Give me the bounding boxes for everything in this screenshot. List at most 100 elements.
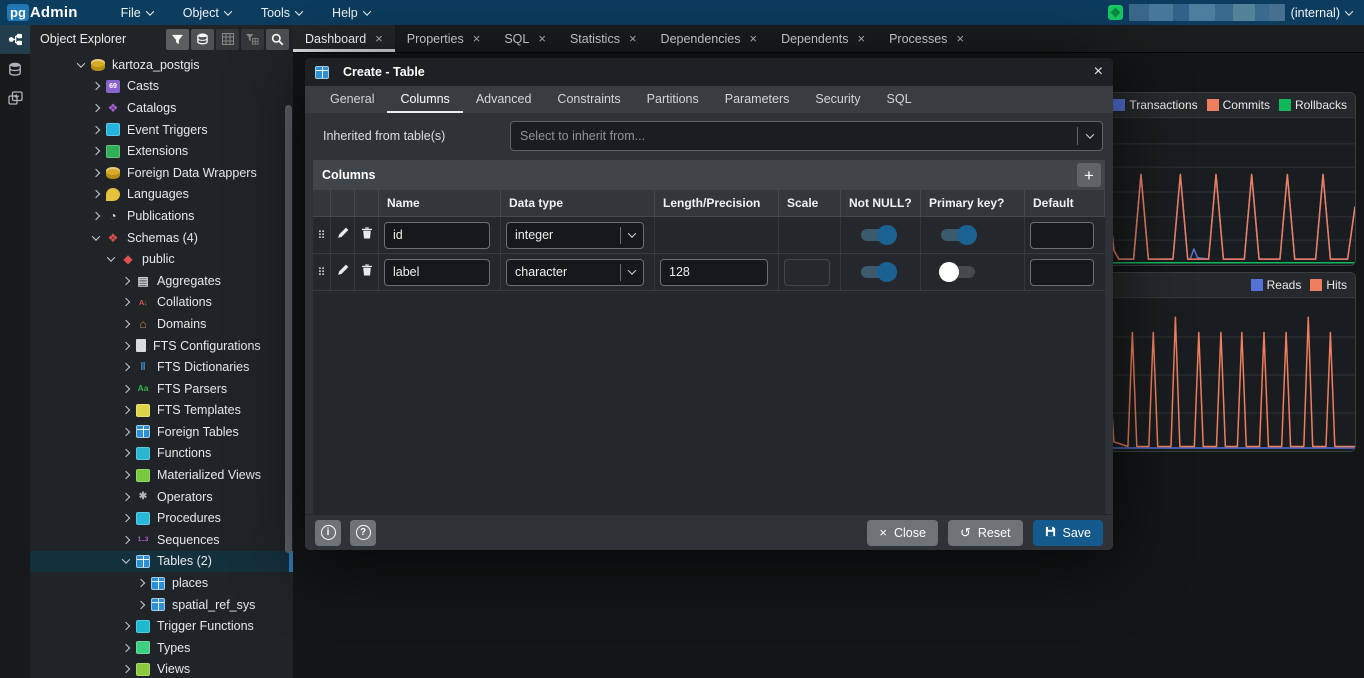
tree-item-publications[interactable]: ◔Publications [30,205,293,227]
chevron-right-icon[interactable] [122,449,130,457]
tree-item-views[interactable]: Views [30,659,293,678]
tree-item-places[interactable]: places [30,572,293,594]
tree-item-materialized-views[interactable]: Materialized Views [30,464,293,486]
search-icon[interactable] [266,29,289,50]
chevron-right-icon[interactable] [92,212,100,220]
menu-help[interactable]: Help [317,0,385,25]
dialog-tab-sql[interactable]: SQL [874,86,925,113]
chevron-right-icon[interactable] [122,665,130,673]
chevron-right-icon[interactable] [137,579,145,587]
activity-databases[interactable] [0,54,30,83]
filter-database-icon[interactable] [191,29,214,50]
scale-input[interactable] [784,259,830,286]
delete-trash-icon[interactable] [361,263,373,281]
close-tab-icon[interactable]: × [956,31,964,46]
tree-item-casts[interactable]: 69Casts [30,76,293,98]
chevron-right-icon[interactable] [92,190,100,198]
tree-item-spatial-ref-sys[interactable]: spatial_ref_sys [30,594,293,616]
chevron-right-icon[interactable] [122,644,130,652]
delete-trash-icon[interactable] [361,226,373,244]
tree-item-fts-parsers[interactable]: AaFTS Parsers [30,378,293,400]
chevron-down-icon[interactable] [107,253,115,261]
dialog-tab-partitions[interactable]: Partitions [634,86,712,113]
chevron-right-icon[interactable] [137,600,145,608]
activity-object-explorer[interactable] [0,25,30,54]
dialog-tab-constraints[interactable]: Constraints [544,86,633,113]
tab-dependents[interactable]: Dependents× [769,25,877,52]
close-tab-icon[interactable]: × [857,31,865,46]
close-tab-icon[interactable]: × [538,31,546,46]
primarykey-toggle[interactable] [939,262,977,282]
close-button[interactable]: × Close [867,520,938,546]
tree-item-foreign-tables[interactable]: Foreign Tables [30,421,293,443]
chevron-right-icon[interactable] [122,298,130,306]
chevron-down-icon[interactable] [77,59,85,67]
add-column-button[interactable]: + [1077,163,1101,187]
sql-info-button[interactable]: i [315,520,341,546]
filter-grid-icon[interactable] [241,29,264,50]
chevron-right-icon[interactable] [122,406,130,414]
tree-item-foreign-data-wrappers[interactable]: Foreign Data Wrappers [30,162,293,184]
tree-item-schemas-4[interactable]: ❖Schemas (4) [30,227,293,249]
tree-item-aggregates[interactable]: ▤Aggregates [30,270,293,292]
tab-dependencies[interactable]: Dependencies× [649,25,770,52]
edit-pencil-icon[interactable] [337,226,349,244]
tree-scrollbar[interactable] [285,105,292,553]
activity-new-window[interactable] [0,83,30,112]
tab-properties[interactable]: Properties× [395,25,493,52]
drag-handle-cell[interactable]: ⠿ [313,254,331,290]
chevron-right-icon[interactable] [122,363,130,371]
close-tab-icon[interactable]: × [375,31,383,46]
close-tab-icon[interactable]: × [629,31,637,46]
primarykey-toggle[interactable] [939,225,977,245]
reset-button[interactable]: ↺ Reset [948,520,1023,546]
tree-item-kartoza-postgis[interactable]: kartoza_postgis [30,54,293,76]
chevron-right-icon[interactable] [92,169,100,177]
menu-file[interactable]: File [106,0,168,25]
tree-item-types[interactable]: Types [30,637,293,659]
tab-statistics[interactable]: Statistics× [558,25,649,52]
tree-item-catalogs[interactable]: ❖Catalogs [30,97,293,119]
tree-item-public[interactable]: ◆public [30,248,293,270]
filter-icon[interactable] [166,29,189,50]
chevron-right-icon[interactable] [122,384,130,392]
dialog-tab-general[interactable]: General [317,86,387,113]
length-input[interactable] [660,259,768,286]
chevron-right-icon[interactable] [122,276,130,284]
tree-item-fts-dictionaries[interactable]: ‖FTS Dictionaries [30,356,293,378]
drag-handle-icon[interactable]: ⠿ [317,229,325,242]
save-button[interactable]: Save [1033,520,1104,546]
tree-item-sequences[interactable]: 1..3Sequences [30,529,293,551]
datatype-select[interactable]: character [506,259,644,286]
chevron-right-icon[interactable] [122,471,130,479]
chevron-right-icon[interactable] [92,147,100,155]
close-tab-icon[interactable]: × [749,31,757,46]
close-tab-icon[interactable]: × [473,31,481,46]
dialog-close-icon[interactable]: × [1094,63,1103,81]
edit-pencil-icon[interactable] [337,263,349,281]
tree-item-trigger-functions[interactable]: Trigger Functions [30,615,293,637]
notnull-toggle[interactable] [859,225,897,245]
tree-item-operators[interactable]: ✱Operators [30,486,293,508]
tree-item-event-triggers[interactable]: Event Triggers [30,119,293,141]
help-button[interactable]: ? [350,520,376,546]
chevron-right-icon[interactable] [92,104,100,112]
user-menu[interactable]: (internal) [1108,4,1352,21]
tree-item-domains[interactable]: ⌂Domains [30,313,293,335]
column-name-input[interactable] [384,259,490,286]
tab-dashboard[interactable]: Dashboard× [293,25,395,52]
chevron-right-icon[interactable] [92,125,100,133]
dialog-tab-columns[interactable]: Columns [387,86,462,113]
chevron-right-icon[interactable] [122,622,130,630]
tree-item-functions[interactable]: Functions [30,443,293,465]
tree-item-collations[interactable]: A↓Collations [30,292,293,314]
tree-item-procedures[interactable]: Procedures [30,507,293,529]
dialog-tab-parameters[interactable]: Parameters [712,86,803,113]
chevron-right-icon[interactable] [122,536,130,544]
column-name-input[interactable] [384,222,490,249]
chevron-down-icon[interactable] [122,556,130,564]
tree-item-tables-2[interactable]: Tables (2) [30,551,293,573]
drag-handle-cell[interactable]: ⠿ [313,217,331,253]
chevron-right-icon[interactable] [122,428,130,436]
default-input[interactable] [1030,259,1094,286]
